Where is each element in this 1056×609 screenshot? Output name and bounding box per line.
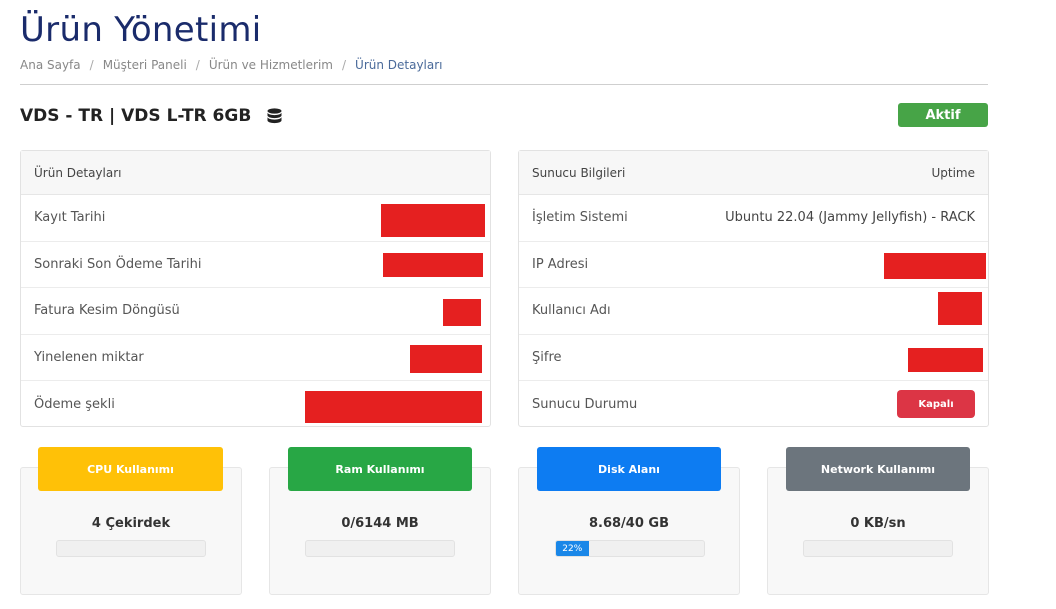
redacted-value bbox=[410, 344, 482, 373]
product-name: VDS - TR | VDS L-TR 6GB bbox=[20, 106, 252, 126]
page-title: Ürün Yönetimi bbox=[20, 10, 262, 50]
redacted-value bbox=[305, 391, 482, 423]
product-details-header: Ürün Detayları bbox=[21, 151, 490, 195]
server-row-os: İşletim Sistemi Ubuntu 22.04 (Jammy Jell… bbox=[519, 195, 988, 242]
header-divider bbox=[20, 84, 988, 85]
disk-usage-bar-fill: 22% bbox=[556, 541, 589, 556]
breadcrumb-home[interactable]: Ana Sayfa bbox=[20, 58, 81, 72]
network-usage-tab: Network Kullanımı bbox=[786, 447, 970, 491]
breadcrumb-client-panel[interactable]: Müşteri Paneli bbox=[103, 58, 187, 72]
detail-label: Fatura Kesim Döngüsü bbox=[34, 303, 180, 319]
ram-usage-value: 0/6144 MB bbox=[341, 516, 419, 531]
server-row-password: Şifre bbox=[519, 335, 988, 381]
redacted-value bbox=[381, 204, 485, 237]
product-details-title: Ürün Detayları bbox=[34, 165, 122, 180]
detail-label: Yinelenen miktar bbox=[34, 349, 144, 365]
redacted-value bbox=[383, 252, 483, 277]
detail-row-payment-method: Ödeme şekli bbox=[21, 381, 490, 428]
disk-usage-tab: Disk Alanı bbox=[537, 447, 721, 491]
disk-usage-bar: 22% bbox=[555, 540, 705, 557]
database-icon bbox=[267, 108, 282, 124]
server-info-panel: Sunucu Bilgileri Uptime İşletim Sistemi … bbox=[518, 150, 989, 427]
detail-row-next-due-date: Sonraki Son Ödeme Tarihi bbox=[21, 242, 490, 288]
server-row-ip: IP Adresi bbox=[519, 242, 988, 288]
breadcrumb-products-services[interactable]: Ürün ve Hizmetlerim bbox=[209, 58, 333, 72]
server-label: IP Adresi bbox=[532, 256, 589, 272]
network-usage-value: 0 KB/sn bbox=[850, 516, 906, 531]
breadcrumb-separator: / bbox=[195, 58, 200, 72]
server-info-title: Sunucu Bilgileri bbox=[532, 165, 626, 180]
server-label: İşletim Sistemi bbox=[532, 210, 628, 226]
status-badge: Aktif bbox=[898, 103, 988, 127]
uptime-label: Uptime bbox=[931, 165, 975, 180]
network-usage-bar bbox=[803, 540, 953, 557]
ram-usage-bar bbox=[305, 540, 455, 557]
detail-label: Kayıt Tarihi bbox=[34, 210, 106, 226]
server-info-header: Sunucu Bilgileri Uptime bbox=[519, 151, 988, 195]
server-status-off-button[interactable]: Kapalı bbox=[897, 390, 975, 419]
server-label: Şifre bbox=[532, 349, 562, 365]
detail-label: Ödeme şekli bbox=[34, 396, 115, 412]
detail-row-billing-cycle: Fatura Kesim Döngüsü bbox=[21, 288, 490, 335]
server-row-username: Kullanıcı Adı bbox=[519, 288, 988, 335]
redacted-value bbox=[443, 299, 481, 326]
breadcrumb: Ana Sayfa / Müşteri Paneli / Ürün ve Hiz… bbox=[20, 58, 443, 72]
ram-usage-tab: Ram Kullanımı bbox=[288, 447, 472, 491]
breadcrumb-separator: / bbox=[341, 58, 347, 72]
detail-row-registration-date: Kayıt Tarihi bbox=[21, 195, 490, 242]
redacted-value bbox=[908, 347, 983, 372]
breadcrumb-current: Ürün Detayları bbox=[355, 58, 443, 72]
product-title-row: VDS - TR | VDS L-TR 6GB bbox=[20, 106, 282, 126]
cpu-usage-bar bbox=[56, 540, 206, 557]
disk-usage-value: 8.68/40 GB bbox=[588, 516, 670, 531]
detail-row-recurring-amount: Yinelenen miktar bbox=[21, 335, 490, 381]
cpu-usage-value: 4 Çekirdek bbox=[91, 516, 171, 531]
redacted-value bbox=[884, 252, 986, 279]
product-details-panel: Ürün Detayları Kayıt Tarihi Sonraki Son … bbox=[20, 150, 491, 427]
os-value: Ubuntu 22.04 (Jammy Jellyfish) - RACK bbox=[725, 210, 975, 226]
redacted-value bbox=[938, 292, 982, 325]
server-label: Kullanıcı Adı bbox=[532, 303, 611, 319]
cpu-usage-tab: CPU Kullanımı bbox=[38, 447, 223, 491]
breadcrumb-separator: / bbox=[89, 58, 94, 72]
server-row-status: Sunucu Durumu Kapalı bbox=[519, 381, 988, 428]
server-label: Sunucu Durumu bbox=[532, 396, 638, 412]
detail-label: Sonraki Son Ödeme Tarihi bbox=[34, 256, 202, 272]
